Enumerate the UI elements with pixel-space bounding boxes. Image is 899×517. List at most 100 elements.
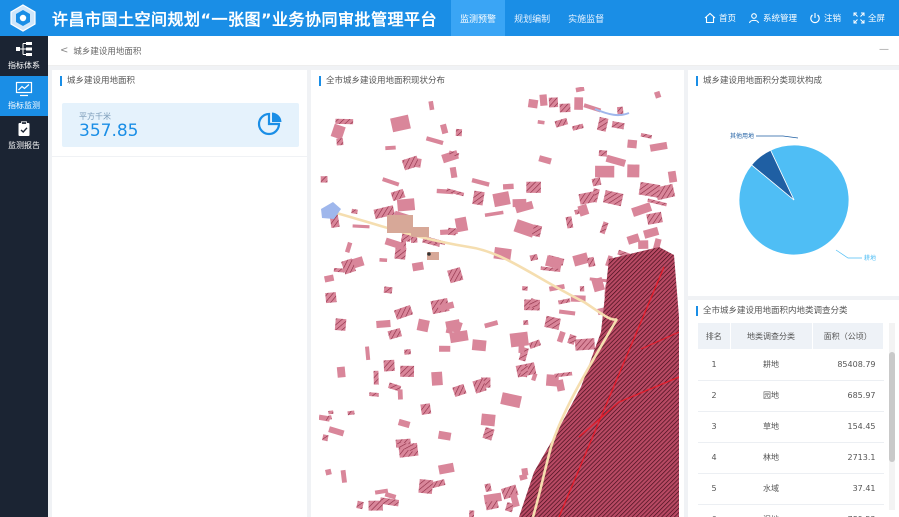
land-parcel [579, 286, 585, 292]
land-parcel [520, 365, 529, 378]
sidebar-item-indicator-system[interactable]: 指标体系 [0, 36, 48, 76]
land-use-map[interactable] [319, 87, 679, 517]
land-parcel [404, 349, 412, 355]
type-cell: 林地 [730, 442, 812, 474]
app-title: 许昌市国土空间规划“一张图”业务协同审批管理平台 [52, 10, 438, 29]
clipboard-check-icon [18, 121, 30, 136]
land-parcel [416, 318, 430, 333]
land-parcel [526, 181, 541, 193]
map-panel: 全市城乡建设用地面积现状分布 [311, 70, 684, 517]
stat-panel-title: 城乡建设用地面积 [60, 76, 135, 86]
area-cell: 37.41 [812, 473, 884, 505]
land-parcel [333, 268, 345, 273]
area-cell: 154.45 [812, 411, 884, 443]
table-row[interactable]: 6湿地789.53 [698, 504, 884, 517]
area-cell: 2713.1 [812, 442, 884, 474]
land-parcel [548, 97, 559, 108]
rank-cell: 5 [698, 473, 730, 505]
sidebar-item-indicator-monitoring[interactable]: 指标监测 [0, 76, 48, 116]
land-parcel [439, 345, 451, 352]
table-row[interactable]: 4 林地 2713.1 [698, 442, 884, 474]
land-parcel [383, 286, 393, 294]
land-parcel [369, 392, 379, 397]
breadcrumb-label: 城乡建设用地面积 [73, 46, 142, 57]
land-parcel [325, 292, 337, 304]
pie-label-farmland: 耕地 [864, 254, 876, 262]
area-cell: 685.97 [812, 380, 884, 412]
stat-panel: 城乡建设用地面积 平方千米 357.85 [52, 70, 307, 517]
logout-button[interactable]: 注销 [809, 12, 841, 24]
land-parcel [521, 286, 528, 291]
type-cell: 湿地 [730, 504, 812, 517]
land-parcel [373, 370, 379, 385]
area-cell: 85408.79 [812, 349, 884, 381]
fullscreen-icon [853, 12, 865, 24]
hierarchy-icon [16, 42, 32, 56]
power-icon [810, 13, 820, 24]
table-scrollbar-thumb[interactable] [889, 352, 895, 462]
type-cell: 水域 [730, 473, 812, 505]
land-parcel [376, 319, 391, 329]
land-parcel [527, 98, 539, 109]
stat-card: 平方千米 357.85 [62, 103, 299, 147]
land-parcel [518, 341, 525, 354]
breadcrumb: < 城乡建设用地面积 — [48, 36, 899, 66]
land-parcel [472, 190, 485, 206]
back-button[interactable]: < [60, 45, 68, 56]
land-class-table: 排名 地类调查分类 面积（公顷） 1 耕地 85408.79 2 园地 685.97 3… [698, 323, 884, 517]
fullscreen-button[interactable]: 全屏 [853, 12, 885, 24]
col-area: 面积（公顷） [812, 323, 884, 349]
pie-chart-icon [257, 112, 282, 136]
sidebar-item-label: 指标体系 [8, 61, 40, 70]
land-parcel [574, 338, 596, 351]
rank-cell: 3 [698, 411, 730, 443]
rank-cell: 6 [698, 504, 730, 517]
land-parcel [539, 94, 548, 106]
land-parcel [471, 339, 487, 352]
table-panel: 全市城乡建设用地面积内地类调查分类 排名 地类调查分类 面积（公顷） 1 耕地 85… [688, 300, 899, 517]
home-button[interactable]: 首页 [704, 12, 736, 24]
land-parcel [627, 164, 640, 178]
system-admin-button[interactable]: 系统管理 [748, 12, 797, 24]
rank-cell: 2 [698, 380, 730, 412]
app-logo-icon [8, 3, 38, 33]
sidebar-item-monitoring-report[interactable]: 监测报告 [0, 116, 48, 156]
land-parcel [368, 500, 383, 511]
land-parcel [598, 150, 608, 157]
land-parcel [559, 103, 571, 113]
land-parcel [379, 258, 388, 263]
home-icon [704, 12, 716, 24]
user-icon [748, 13, 759, 24]
fullscreen-label: 全屏 [867, 14, 885, 24]
table-row[interactable]: 2 园地 685.97 [698, 380, 884, 412]
land-parcel [336, 138, 344, 146]
land-parcel [455, 128, 463, 137]
land-parcel [431, 371, 443, 386]
land-parcel [638, 240, 649, 249]
tab-plan-compilation[interactable]: 规划编制 [505, 0, 559, 36]
type-cell: 园地 [730, 380, 812, 412]
tab-implementation-supervision[interactable]: 实施监督 [559, 0, 613, 36]
table-row[interactable]: 3 草地 154.45 [698, 411, 884, 443]
rank-cell: 1 [698, 349, 730, 381]
top-nav: 监测预警 规划编制 实施监督 [451, 0, 613, 36]
land-parcel [512, 198, 527, 208]
type-cell: 耕地 [730, 349, 812, 381]
sidebar: 指标体系 指标监测 监测报告 [0, 36, 48, 517]
logout-label: 注销 [823, 14, 841, 24]
table-row[interactable]: 5 水域 37.41 [698, 473, 884, 505]
tab-monitoring-warning[interactable]: 监测预警 [451, 0, 506, 36]
land-parcel [383, 359, 395, 372]
rank-cell: 4 [698, 442, 730, 474]
land-parcel [400, 365, 415, 377]
pie-slices [738, 144, 850, 256]
collapse-button[interactable]: — [879, 44, 889, 55]
table-header-row: 排名 地类调查分类 面积（公顷） [698, 323, 884, 349]
table-panel-title: 全市城乡建设用地面积内地类调查分类 [696, 306, 848, 316]
land-parcel [334, 318, 347, 331]
land-parcel [447, 227, 457, 236]
land-parcel [335, 118, 354, 125]
land-parcel [396, 198, 416, 212]
type-cell: 草地 [730, 411, 812, 443]
table-row[interactable]: 1 耕地 85408.79 [698, 349, 884, 381]
